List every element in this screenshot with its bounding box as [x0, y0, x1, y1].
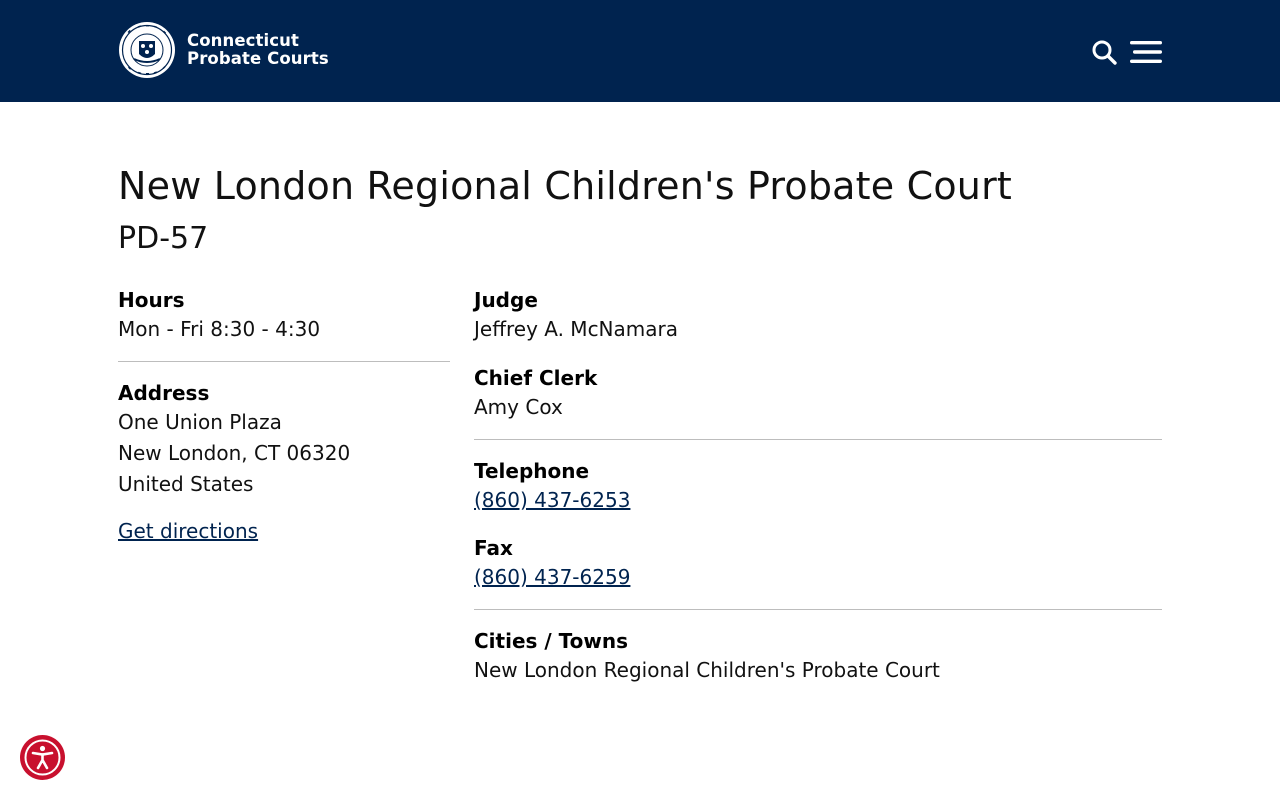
accessibility-button[interactable] [20, 735, 65, 780]
chief-clerk-value: Amy Cox [474, 395, 563, 419]
hours-value: Mon - Fri 8:30 - 4:30 [118, 317, 321, 341]
address-block: Address One Union Plaza New London, CT 0… [118, 379, 450, 500]
search-icon [1092, 40, 1117, 65]
judge-value: Jeffrey A. McNamara [474, 317, 678, 341]
judge-block: Judge Jeffrey A. McNamara [474, 286, 1162, 345]
state-seal-icon [119, 22, 175, 78]
menu-button[interactable] [1130, 38, 1162, 66]
site-name-line1: Connecticut [187, 31, 299, 50]
judge-label: Judge [474, 288, 538, 312]
right-column: Judge Jeffrey A. McNamara Chief Clerk Am… [474, 286, 1162, 686]
search-button[interactable] [1092, 38, 1118, 66]
get-directions-link[interactable]: Get directions [118, 519, 258, 543]
hours-block: Hours Mon - Fri 8:30 - 4:30 [118, 286, 450, 345]
address-line1: One Union Plaza [118, 410, 282, 434]
fax-link[interactable]: (860) 437-6259 [474, 565, 630, 589]
hours-label: Hours [118, 288, 185, 312]
cities-towns-block: Cities / Towns New London Regional Child… [474, 627, 1162, 686]
accessibility-person-icon [24, 739, 61, 776]
fax-block: Fax (860) 437-6259 [474, 534, 1162, 593]
chief-clerk-label: Chief Clerk [474, 366, 598, 390]
address-line3: United States [118, 472, 254, 496]
header-actions [1092, 38, 1162, 66]
site-name-line2: Probate Courts [187, 49, 329, 68]
address-label: Address [118, 381, 210, 405]
hamburger-menu-icon [1130, 41, 1162, 63]
site-header: Connecticut Probate Courts [0, 0, 1280, 102]
chief-clerk-block: Chief Clerk Amy Cox [474, 364, 1162, 423]
page-title: New London Regional Children's Probate C… [118, 164, 1013, 208]
cities-towns-label: Cities / Towns [474, 629, 628, 653]
divider [474, 439, 1162, 440]
home-logo-link[interactable]: Connecticut Probate Courts [118, 21, 329, 79]
address-line2: New London, CT 06320 [118, 441, 351, 465]
telephone-label: Telephone [474, 459, 590, 483]
site-name: Connecticut Probate Courts [187, 32, 329, 68]
divider [474, 609, 1162, 610]
cities-towns-value: New London Regional Children's Probate C… [474, 658, 940, 682]
left-column: Hours Mon - Fri 8:30 - 4:30 Address One … [118, 286, 450, 547]
district-code: PD-57 [118, 221, 209, 256]
directions-wrapper: Get directions [118, 516, 450, 547]
telephone-link[interactable]: (860) 437-6253 [474, 488, 630, 512]
fax-label: Fax [474, 536, 513, 560]
divider [118, 361, 450, 362]
telephone-block: Telephone (860) 437-6253 [474, 457, 1162, 516]
